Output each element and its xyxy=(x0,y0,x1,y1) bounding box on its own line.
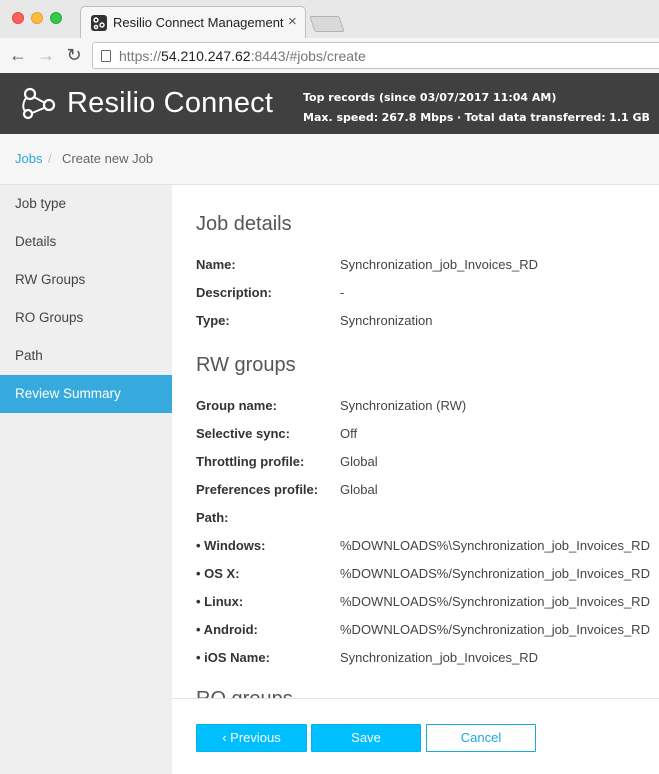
max-speed-label: Max. speed: xyxy=(303,111,379,124)
sidebar-item-job-type[interactable]: Job type xyxy=(0,185,172,223)
reload-icon[interactable]: ↻ xyxy=(62,44,86,66)
breadcrumb-separator: / xyxy=(48,151,52,166)
sidebar-item-review-summary[interactable]: Review Summary xyxy=(0,375,172,413)
new-tab-button[interactable] xyxy=(309,16,345,32)
tab-strip: Resilio Connect Management C × xyxy=(0,0,659,38)
back-arrow-icon[interactable]: ← xyxy=(6,44,30,66)
total-transferred-label: Total data transferred: xyxy=(464,111,606,124)
browser-chrome: Resilio Connect Management C × ← → ↻ htt… xyxy=(0,0,659,73)
header-stats: Top records (since 03/07/2017 11:04 AM) … xyxy=(303,88,650,128)
wizard-footer: ‹ Previous Save Cancel xyxy=(172,698,659,774)
save-button[interactable]: Save xyxy=(311,724,421,752)
review-summary-panel[interactable]: Job details Name: Synchronization_job_In… xyxy=(172,185,659,698)
window-zoom-button[interactable] xyxy=(50,12,62,24)
url-text: https://54.210.247.62:8443/#jobs/create xyxy=(119,48,366,64)
osx-path-value: %DOWNLOADS%/Synchronization_job_Invoices… xyxy=(340,566,650,581)
type-value: Synchronization xyxy=(340,313,433,328)
type-label: Type: xyxy=(196,313,230,328)
tab-title: Resilio Connect Management C xyxy=(113,15,285,30)
wizard-sidebar: Job type Details RW Groups RO Groups Pat… xyxy=(0,185,172,774)
total-transferred-value: 1.1 GB xyxy=(609,111,650,124)
group-name-label: Group name: xyxy=(196,398,277,413)
group-name-value: Synchronization (RW) xyxy=(340,398,467,413)
window-minimize-button[interactable] xyxy=(31,12,43,24)
ro-groups-title: RO groups xyxy=(196,688,293,698)
windows-path-value: %DOWNLOADS%\Synchronization_job_Invoices… xyxy=(340,538,650,553)
sidebar-item-path[interactable]: Path xyxy=(0,337,172,375)
sidebar-item-ro-groups[interactable]: RO Groups xyxy=(0,299,172,337)
breadcrumb-current: Create new Job xyxy=(62,151,154,166)
forward-arrow-icon[interactable]: → xyxy=(34,44,58,66)
stats-separator: · xyxy=(456,111,462,124)
tab-close-icon[interactable]: × xyxy=(288,13,297,31)
name-value: Synchronization_job_Invoices_RD xyxy=(340,257,539,272)
ios-name-value: Synchronization_job_Invoices_RD xyxy=(340,650,539,665)
page-info-icon[interactable] xyxy=(101,50,111,62)
app-header: Resilio Connect Top records (since 03/07… xyxy=(0,73,659,134)
window-close-button[interactable] xyxy=(12,12,24,24)
browser-tab-active[interactable]: Resilio Connect Management C × xyxy=(80,6,306,38)
brand-title: Resilio Connect xyxy=(67,87,274,119)
android-path-value: %DOWNLOADS%/Synchronization_job_Invoices… xyxy=(340,622,650,637)
cancel-button[interactable]: Cancel xyxy=(426,724,536,752)
max-speed-value: 267.8 Mbps xyxy=(381,111,454,124)
breadcrumb-jobs-link[interactable]: Jobs xyxy=(15,151,42,166)
rw-groups-title: RW groups xyxy=(196,354,296,376)
breadcrumb: Jobs / Create new Job xyxy=(0,134,659,185)
url-host: 54.210.247.62 xyxy=(161,48,251,64)
throttling-profile-value: Global xyxy=(340,454,378,469)
path-label: Path: xyxy=(196,510,229,525)
records-line: Top records (since 03/07/2017 11:04 AM) xyxy=(303,91,557,104)
preferences-profile-value: Global xyxy=(340,482,378,497)
throttling-profile-label: Throttling profile: xyxy=(196,454,305,469)
browser-toolbar: ← → ↻ https://54.210.247.62:8443/#jobs/c… xyxy=(0,38,659,73)
windows-path-label: • Windows: xyxy=(196,538,266,553)
description-value: - xyxy=(340,285,345,300)
preferences-profile-label: Preferences profile: xyxy=(196,482,319,497)
linux-path-label: • Linux: xyxy=(196,594,244,609)
job-details-title: Job details xyxy=(196,213,292,235)
name-label: Name: xyxy=(196,257,236,272)
linux-path-value: %DOWNLOADS%/Synchronization_job_Invoices… xyxy=(340,594,650,609)
ios-name-label: • iOS Name: xyxy=(196,650,270,665)
resilio-logo-icon[interactable] xyxy=(20,86,58,122)
address-bar[interactable]: https://54.210.247.62:8443/#jobs/create xyxy=(92,42,659,69)
previous-button[interactable]: ‹ Previous xyxy=(196,724,307,752)
osx-path-label: • OS X: xyxy=(196,566,240,581)
resilio-favicon-icon xyxy=(91,15,107,31)
selective-sync-label: Selective sync: xyxy=(196,426,290,441)
selective-sync-value: Off xyxy=(340,426,358,441)
sidebar-item-details[interactable]: Details xyxy=(0,223,172,261)
sidebar-item-rw-groups[interactable]: RW Groups xyxy=(0,261,172,299)
description-label: Description: xyxy=(196,285,272,300)
android-path-label: • Android: xyxy=(196,622,258,637)
